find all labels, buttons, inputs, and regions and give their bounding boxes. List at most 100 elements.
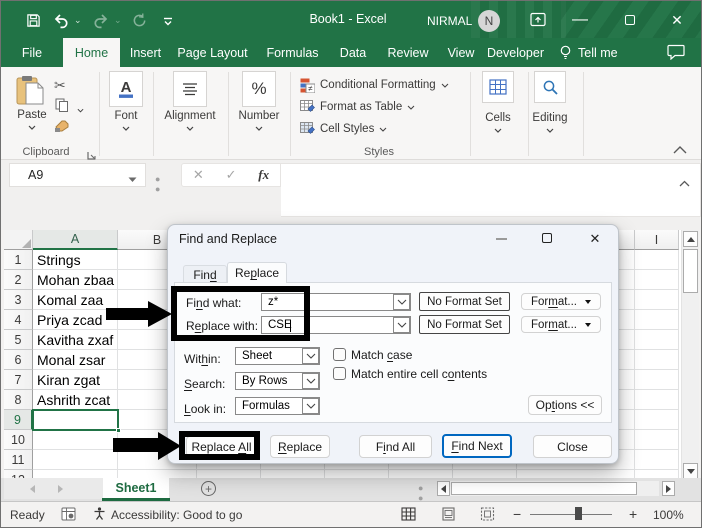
cell-i10[interactable]: [635, 430, 679, 450]
paste-dropdown-icon[interactable]: [28, 125, 36, 130]
options-button[interactable]: Options <<: [528, 395, 602, 415]
cell-i12[interactable]: [635, 470, 679, 478]
redo-dropdown-icon[interactable]: ⌄: [114, 15, 122, 26]
vertical-scrollbar-thumb[interactable]: [683, 249, 698, 293]
avatar[interactable]: N: [478, 10, 500, 32]
scroll-left-icon[interactable]: [437, 481, 450, 496]
comment-icon[interactable]: [667, 44, 685, 65]
replace-with-dropdown-icon[interactable]: [393, 317, 410, 333]
customize-quick-access-icon[interactable]: [159, 12, 176, 29]
ribbon-tab-view[interactable]: View: [442, 38, 481, 67]
font-button[interactable]: A: [109, 71, 143, 107]
undo-icon[interactable]: [52, 12, 69, 29]
within-dropdown-icon[interactable]: [302, 348, 319, 364]
dialog-minimize-icon[interactable]: [496, 238, 507, 240]
tab-find[interactable]: Find: [183, 265, 227, 283]
cell-i5[interactable]: [635, 330, 679, 350]
cell-i4[interactable]: [635, 310, 679, 330]
within-dropdown[interactable]: Sheet: [235, 347, 320, 365]
cell-a1[interactable]: Strings: [33, 250, 118, 270]
sheet-nav-right-icon[interactable]: [58, 484, 63, 493]
find-what-dropdown-icon[interactable]: [393, 294, 410, 310]
look-in-dropdown-icon[interactable]: [302, 398, 319, 414]
editing-dropdown-icon[interactable]: [546, 128, 554, 133]
row-header-5[interactable]: 5: [4, 330, 33, 350]
find-format-button[interactable]: Format...: [521, 293, 601, 310]
cell-i7[interactable]: [635, 370, 679, 390]
dialog-maximize-icon[interactable]: [542, 233, 552, 243]
repeat-icon[interactable]: [131, 12, 148, 29]
cell-i6[interactable]: [635, 350, 679, 370]
cell-i2[interactable]: [635, 270, 679, 290]
cell-styles-button[interactable]: Cell Styles: [300, 121, 387, 137]
alignment-dropdown-icon[interactable]: [186, 126, 194, 131]
cell-a2[interactable]: Mohan zbaa: [33, 270, 118, 290]
cell-i8[interactable]: [635, 390, 679, 410]
tab-bar-separator-dots[interactable]: ● ●: [418, 483, 423, 503]
sheet-nav-left-icon[interactable]: [30, 484, 35, 493]
select-all-corner[interactable]: [4, 230, 33, 250]
scroll-down-icon[interactable]: [683, 463, 698, 479]
row-header-7[interactable]: 7: [4, 370, 33, 390]
tab-replace[interactable]: Replace: [227, 262, 287, 283]
conditional-formatting-button[interactable]: ≠ Conditional Formatting: [300, 77, 449, 93]
scroll-up-icon[interactable]: [683, 231, 698, 247]
page-layout-view-icon[interactable]: [441, 507, 456, 526]
look-in-dropdown[interactable]: Formulas: [235, 397, 320, 415]
row-header-3[interactable]: 3: [4, 290, 33, 310]
zoom-slider-handle[interactable]: [575, 507, 582, 520]
zoom-level[interactable]: 100%: [653, 508, 684, 522]
row-header-4[interactable]: 4: [4, 310, 33, 330]
formula-bar-separator-dots[interactable]: ● ●: [155, 174, 160, 194]
match-case-label[interactable]: Match case: [351, 348, 412, 362]
cell-a7[interactable]: Kiran zgat: [33, 370, 118, 390]
name-box[interactable]: A9: [9, 163, 146, 187]
cell-h12[interactable]: [517, 470, 635, 478]
name-box-dropdown-icon[interactable]: [128, 172, 137, 186]
dialog-close-icon[interactable]: ✕: [587, 231, 603, 247]
copy-dropdown-icon[interactable]: [77, 100, 84, 118]
row-header-10[interactable]: 10: [4, 430, 33, 450]
cell-a3[interactable]: Komal zaa: [33, 290, 118, 310]
number-button[interactable]: %: [242, 71, 276, 107]
maximize-button[interactable]: [619, 10, 641, 30]
scroll-right-icon[interactable]: [662, 481, 675, 496]
ribbon-tab-data[interactable]: Data: [334, 38, 372, 67]
cell-g12[interactable]: [453, 470, 517, 478]
cell-e12[interactable]: [325, 470, 389, 478]
cell-i3[interactable]: [635, 290, 679, 310]
copy-icon[interactable]: [55, 98, 69, 117]
zoom-in-icon[interactable]: +: [629, 506, 637, 522]
cells-dropdown-icon[interactable]: [494, 128, 502, 133]
collapse-ribbon-icon[interactable]: [673, 141, 687, 159]
cell-a12[interactable]: [33, 470, 118, 478]
editing-button[interactable]: [534, 71, 566, 103]
cell-a6[interactable]: Monal zsar: [33, 350, 118, 370]
format-as-table-button[interactable]: Format as Table: [300, 99, 415, 115]
tell-me[interactable]: Tell me: [559, 38, 618, 67]
ribbon-tab-insert[interactable]: Insert: [124, 38, 167, 67]
ribbon-tab-home[interactable]: Home: [63, 38, 120, 67]
normal-view-icon[interactable]: [401, 507, 416, 526]
enter-icon[interactable]: ✓: [226, 167, 237, 183]
row-header-2[interactable]: 2: [4, 270, 33, 290]
ribbon-tab-file[interactable]: File: [16, 38, 48, 67]
search-dropdown[interactable]: By Rows: [235, 372, 320, 390]
number-dropdown-icon[interactable]: [255, 126, 263, 131]
column-header-i[interactable]: I: [635, 230, 679, 250]
row-header-9[interactable]: 9: [4, 410, 33, 430]
search-dropdown-icon[interactable]: [302, 373, 319, 389]
save-icon[interactable]: [25, 12, 42, 29]
undo-dropdown-icon[interactable]: ⌄: [74, 15, 82, 26]
macro-record-icon[interactable]: [61, 507, 76, 526]
expand-formula-bar-icon[interactable]: [679, 174, 690, 192]
redo-icon[interactable]: [92, 12, 109, 29]
row-header-6[interactable]: 6: [4, 350, 33, 370]
ribbon-tab-review[interactable]: Review: [382, 38, 435, 67]
minimize-button[interactable]: —: [569, 10, 591, 30]
find-next-button[interactable]: Find Next: [442, 434, 512, 458]
sheet-tab-sheet1[interactable]: Sheet1: [103, 478, 169, 498]
vertical-scrollbar[interactable]: [681, 230, 699, 480]
accessibility-status[interactable]: Accessibility: Good to go: [92, 506, 242, 524]
row-header-8[interactable]: 8: [4, 390, 33, 410]
